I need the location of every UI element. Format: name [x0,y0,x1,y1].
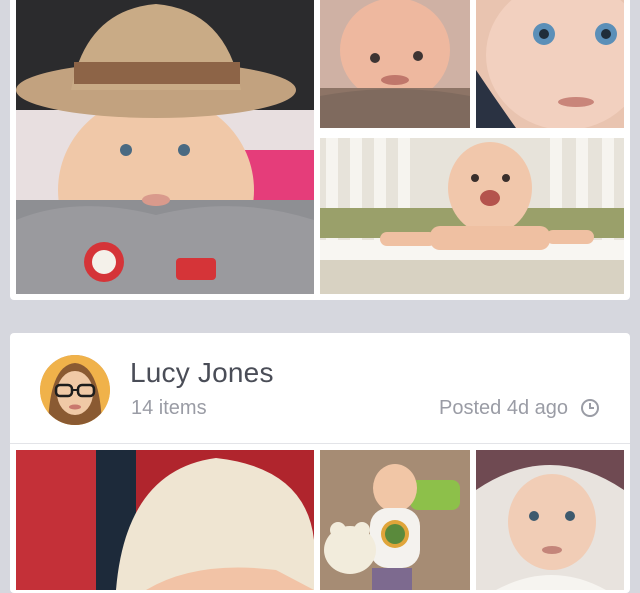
photo-thumbnail[interactable] [320,138,624,294]
baby-in-fur-hat-photo [16,450,314,590]
user-avatar-image [40,355,110,425]
author-name[interactable]: Lucy Jones [130,357,274,389]
divider [10,443,630,444]
clock-icon [581,399,599,417]
photo-thumbnail[interactable] [16,0,314,294]
photo-thumbnail[interactable] [320,0,470,128]
avatar[interactable] [40,355,110,425]
baby-blue-eyes-photo [476,0,624,128]
post-card: Lucy Jones 14 items Posted 4d ago [10,333,630,593]
photo-thumbnail[interactable] [476,0,624,128]
photo-thumbnail[interactable] [16,450,314,590]
posted-time: Posted 4d ago [439,397,568,419]
baby-face-photo [320,0,470,128]
item-count: 14 items [131,397,207,419]
baby-close-up-photo [476,450,624,590]
baby-in-crib-photo [320,138,624,294]
baby-in-hat-photo [16,0,314,294]
post-card [10,0,630,300]
baby-with-teddy-photo [320,450,470,590]
photo-thumbnail[interactable] [476,450,624,590]
photo-thumbnail[interactable] [320,450,470,590]
